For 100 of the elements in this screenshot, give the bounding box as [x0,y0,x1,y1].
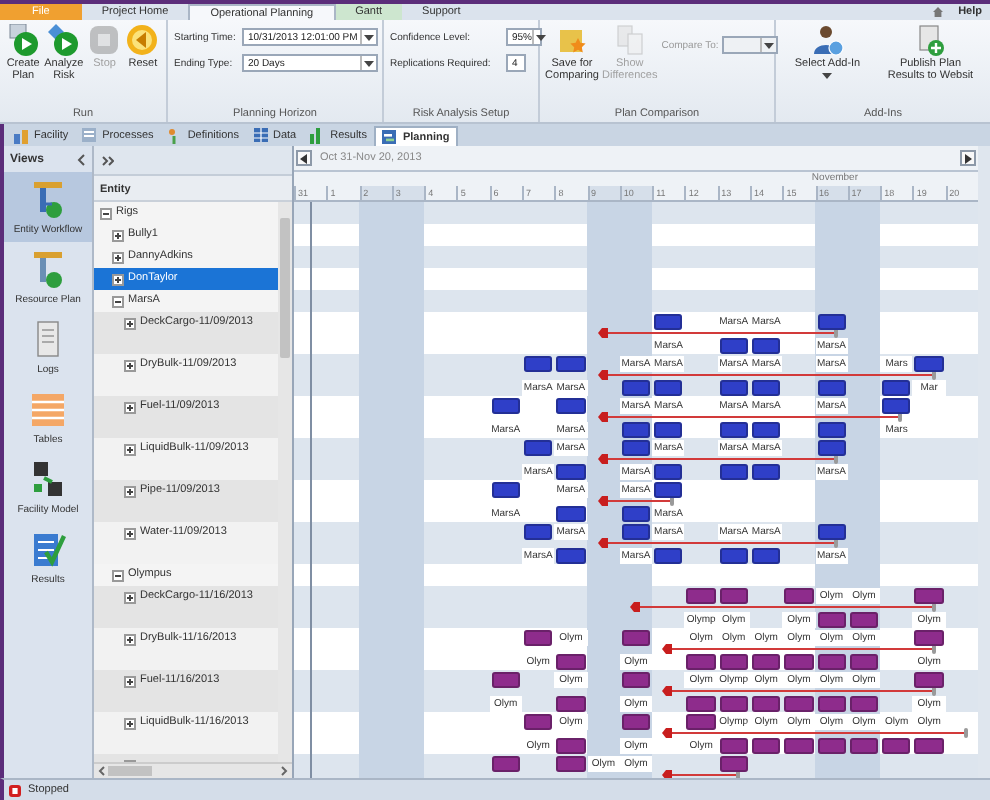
scroll-thumb[interactable] [280,218,290,358]
task-bar[interactable] [491,672,520,688]
task-bar[interactable] [751,464,781,480]
caret-icon [362,32,376,42]
task-bar[interactable] [621,422,651,438]
expander-icon[interactable] [124,443,136,455]
task-bar[interactable] [491,482,520,498]
task-bar[interactable] [751,380,781,396]
task-bar[interactable] [817,422,846,438]
task-bar[interactable] [491,756,520,772]
task-bar[interactable] [817,654,846,670]
task-bar[interactable] [654,380,683,396]
expander-icon[interactable] [124,317,136,329]
link-line [662,770,740,778]
expander-icon[interactable] [124,717,136,729]
expander-icon[interactable] [112,251,124,263]
plan-play-icon [7,24,40,56]
task-bar[interactable] [817,440,846,456]
scrollbar[interactable] [278,202,292,762]
right-arrow-icon [964,153,972,163]
task-bar[interactable] [523,440,553,456]
task-bar[interactable] [621,440,651,456]
link-line [597,496,675,506]
task-bar[interactable] [523,714,553,730]
task-bar[interactable] [849,654,879,670]
task-bar[interactable] [719,756,748,772]
task-bar[interactable] [882,380,911,396]
task-bar[interactable] [719,380,748,396]
double-chevron-icon[interactable] [102,155,114,165]
task-bar[interactable] [719,654,748,670]
expander-icon[interactable] [112,569,124,581]
task-bar[interactable] [817,380,846,396]
task-bar[interactable] [621,630,651,646]
expander-icon[interactable] [100,207,112,219]
scrollbar[interactable] [94,762,292,778]
task-bar[interactable] [719,588,748,604]
task-bar[interactable] [751,422,781,438]
document-plus-icon [914,24,947,56]
task-bar[interactable] [817,314,846,330]
task-bar[interactable] [621,714,651,730]
table-icon [28,389,68,429]
task-bar[interactable] [621,380,651,396]
expander-icon[interactable] [124,591,136,603]
scroll-left-icon[interactable] [98,766,106,776]
task-bar[interactable] [751,738,781,754]
scroll-thumb[interactable] [108,766,152,776]
expander-icon[interactable] [124,633,136,645]
task-bar[interactable] [621,524,651,540]
bars-icon [14,128,30,144]
task-bar[interactable] [523,524,553,540]
next-button[interactable] [960,150,976,166]
task-bar[interactable] [621,672,651,688]
task-bar[interactable] [817,738,846,754]
task-bar[interactable] [719,548,748,564]
workflow-icon [28,179,68,219]
task-bar[interactable] [654,314,683,330]
task-bar[interactable] [751,696,781,712]
task-bar[interactable] [719,464,748,480]
task-bar[interactable] [849,696,879,712]
task-bar[interactable] [751,654,781,670]
task-bar[interactable] [849,612,879,628]
expander-icon[interactable] [124,675,136,687]
task-bar[interactable] [751,548,781,564]
task-bar[interactable] [654,464,683,480]
expander-icon[interactable] [112,229,124,241]
task-bar[interactable] [882,398,911,414]
expander-icon[interactable] [124,401,136,413]
caret-icon [820,70,835,81]
task-bar[interactable] [719,738,748,754]
list-icon [82,128,99,144]
task-bar[interactable] [817,696,846,712]
expander-icon[interactable] [124,359,136,371]
task-bar[interactable] [654,422,683,438]
task-bar[interactable] [523,356,553,372]
task-bar[interactable] [654,482,683,498]
task-bar[interactable] [491,398,520,414]
expander-icon[interactable] [112,273,124,285]
workflow-icon [28,249,68,289]
scroll-right-icon[interactable] [280,766,288,776]
home-icon[interactable] [932,6,945,18]
task-bar[interactable] [654,548,683,564]
collapse-chevron-icon[interactable] [76,153,86,165]
task-bar[interactable] [719,338,748,354]
left-arrow-icon [300,153,308,163]
task-bar[interactable] [849,738,879,754]
task-bar[interactable] [751,338,781,354]
task-bar[interactable] [882,738,911,754]
expander-icon[interactable] [124,485,136,497]
expander-icon[interactable] [124,527,136,539]
gantt-icon [382,129,399,145]
reset-icon [126,24,159,56]
previous-button[interactable] [296,150,312,166]
task-bar[interactable] [719,696,748,712]
task-bar[interactable] [523,630,553,646]
task-bar[interactable] [817,524,846,540]
task-bar[interactable] [719,422,748,438]
task-bar[interactable] [621,506,651,522]
expander-icon[interactable] [112,295,124,307]
task-bar[interactable] [817,612,846,628]
network-icon [28,459,68,499]
